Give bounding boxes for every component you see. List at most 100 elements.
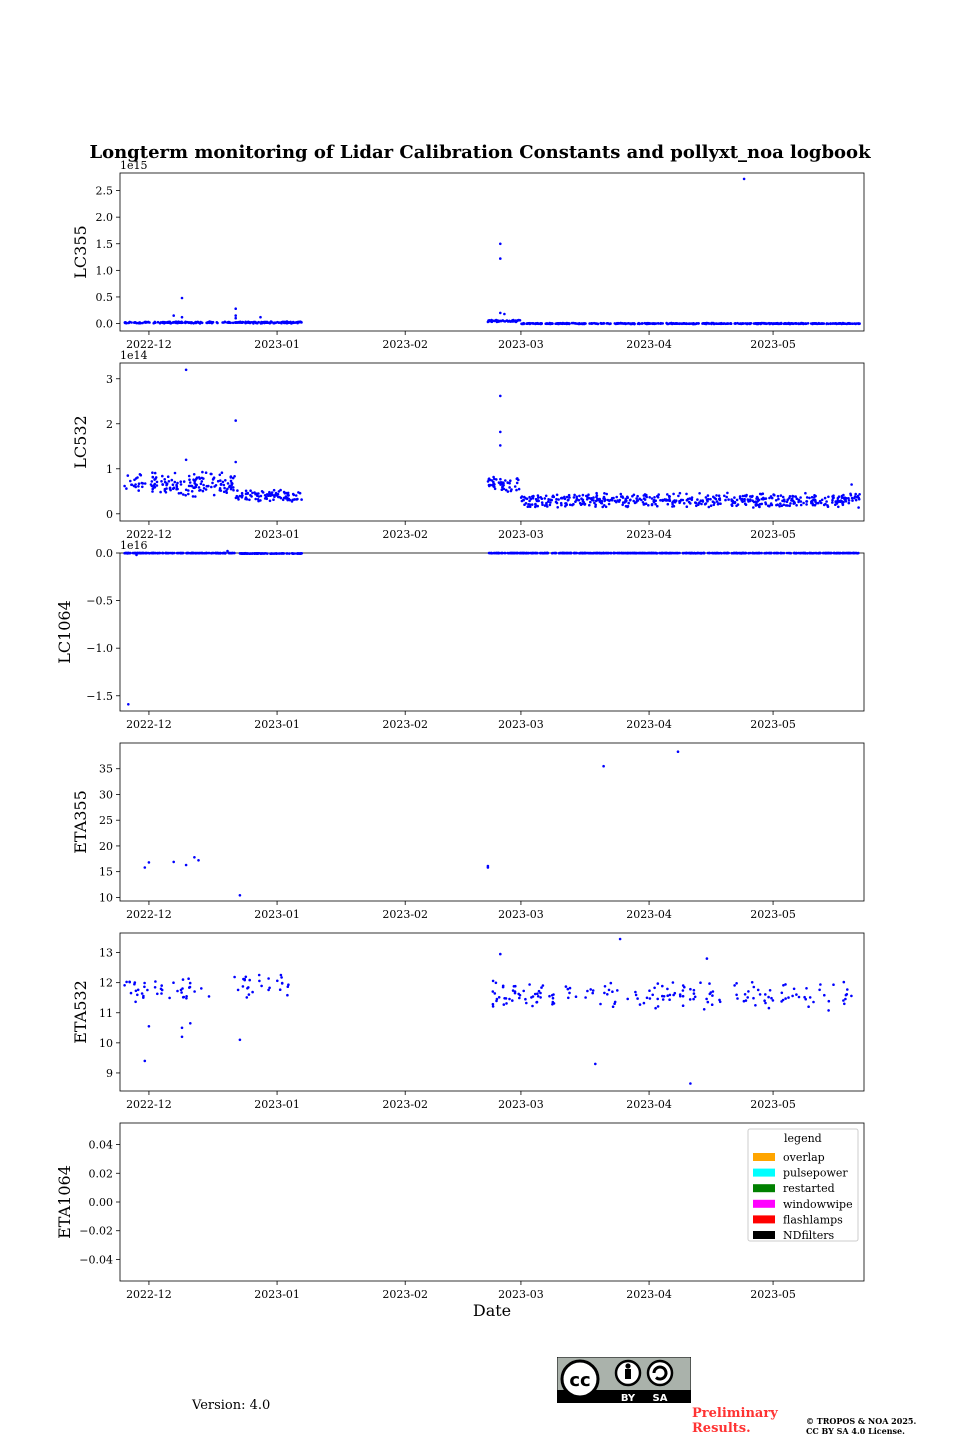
data-point <box>586 551 589 555</box>
data-point <box>515 551 518 555</box>
data-point <box>223 486 226 490</box>
data-point <box>784 504 788 507</box>
data-point <box>781 495 785 499</box>
data-point <box>698 492 701 495</box>
data-point <box>692 997 695 1001</box>
data-point <box>710 1003 714 1006</box>
data-point <box>701 499 704 502</box>
data-point <box>285 552 289 555</box>
data-point <box>497 996 501 999</box>
data-point <box>150 484 154 488</box>
data-point <box>835 322 839 326</box>
data-point <box>694 501 698 505</box>
data-point <box>268 499 272 503</box>
data-point <box>690 496 694 499</box>
x-tick-label: 2023-02 <box>382 338 428 351</box>
data-point <box>140 992 144 995</box>
data-point <box>757 498 761 502</box>
data-point <box>635 499 639 503</box>
data-point <box>486 864 490 868</box>
data-point <box>768 551 771 555</box>
data-point <box>236 489 239 492</box>
data-point <box>128 980 131 984</box>
x-axis-label: Date <box>473 1301 511 1320</box>
data-point <box>827 322 830 326</box>
data-point <box>218 551 222 555</box>
data-point <box>522 321 525 325</box>
data-point <box>657 322 660 325</box>
data-point <box>234 314 237 317</box>
data-point <box>199 488 202 492</box>
data-point <box>578 494 581 498</box>
data-point <box>219 479 222 482</box>
data-point <box>154 321 157 325</box>
legend-swatch-overlap <box>753 1153 775 1161</box>
data-point <box>780 1000 783 1003</box>
x-tick-label: 2023-05 <box>750 718 796 731</box>
data-point <box>699 981 702 984</box>
data-point <box>574 500 577 504</box>
data-point <box>244 975 248 979</box>
data-point <box>247 993 251 996</box>
data-point <box>539 322 543 326</box>
data-point <box>595 491 598 495</box>
y-axis-label: LC1064 <box>55 600 74 664</box>
data-point <box>499 952 502 956</box>
x-tick-label: 2023-03 <box>498 718 544 731</box>
data-point <box>742 177 746 181</box>
data-point <box>841 551 845 555</box>
data-point <box>165 482 168 485</box>
data-point <box>681 1004 685 1007</box>
data-point <box>741 494 745 498</box>
y-tick-label: 0.00 <box>89 1196 114 1209</box>
data-point <box>160 480 163 483</box>
data-point <box>555 493 559 497</box>
data-point <box>779 551 783 555</box>
data-point <box>501 485 504 488</box>
cc-by-sa-icon[interactable]: cc BY SA <box>557 1357 691 1403</box>
figure-title: Longterm monitoring of Lidar Calibration… <box>89 142 871 163</box>
data-point <box>822 551 825 555</box>
data-point <box>624 500 628 503</box>
data-point <box>702 551 706 555</box>
data-point <box>770 496 774 500</box>
y-axis-label: ETA532 <box>71 980 90 1044</box>
data-point <box>588 503 591 507</box>
data-point <box>147 551 150 555</box>
data-point <box>657 493 660 496</box>
data-point <box>814 494 817 498</box>
data-point <box>127 551 130 555</box>
data-point <box>749 322 753 325</box>
data-point <box>512 320 516 323</box>
data-point <box>168 996 171 1000</box>
data-point <box>548 994 551 998</box>
data-point <box>735 993 738 997</box>
data-point <box>770 503 774 507</box>
data-point <box>709 497 712 501</box>
data-point <box>756 322 760 326</box>
data-point <box>530 322 534 325</box>
data-point <box>799 496 802 499</box>
data-point <box>726 322 730 325</box>
data-point <box>735 982 738 985</box>
data-point <box>531 495 535 499</box>
data-point <box>550 498 553 502</box>
y-tick-label: −0.04 <box>79 1253 113 1266</box>
data-point <box>187 492 190 496</box>
data-point <box>554 500 558 504</box>
data-point <box>805 987 808 990</box>
data-point <box>137 489 140 492</box>
data-point <box>163 487 167 491</box>
data-point <box>297 491 300 494</box>
data-point <box>245 996 249 999</box>
data-point <box>706 1000 710 1004</box>
data-point <box>285 321 289 325</box>
data-point <box>614 322 618 326</box>
data-point <box>603 497 606 500</box>
data-point <box>232 486 235 489</box>
data-point <box>147 1025 151 1028</box>
data-point <box>263 321 267 324</box>
data-point <box>819 983 822 986</box>
data-point <box>205 321 209 325</box>
data-point <box>286 993 289 997</box>
